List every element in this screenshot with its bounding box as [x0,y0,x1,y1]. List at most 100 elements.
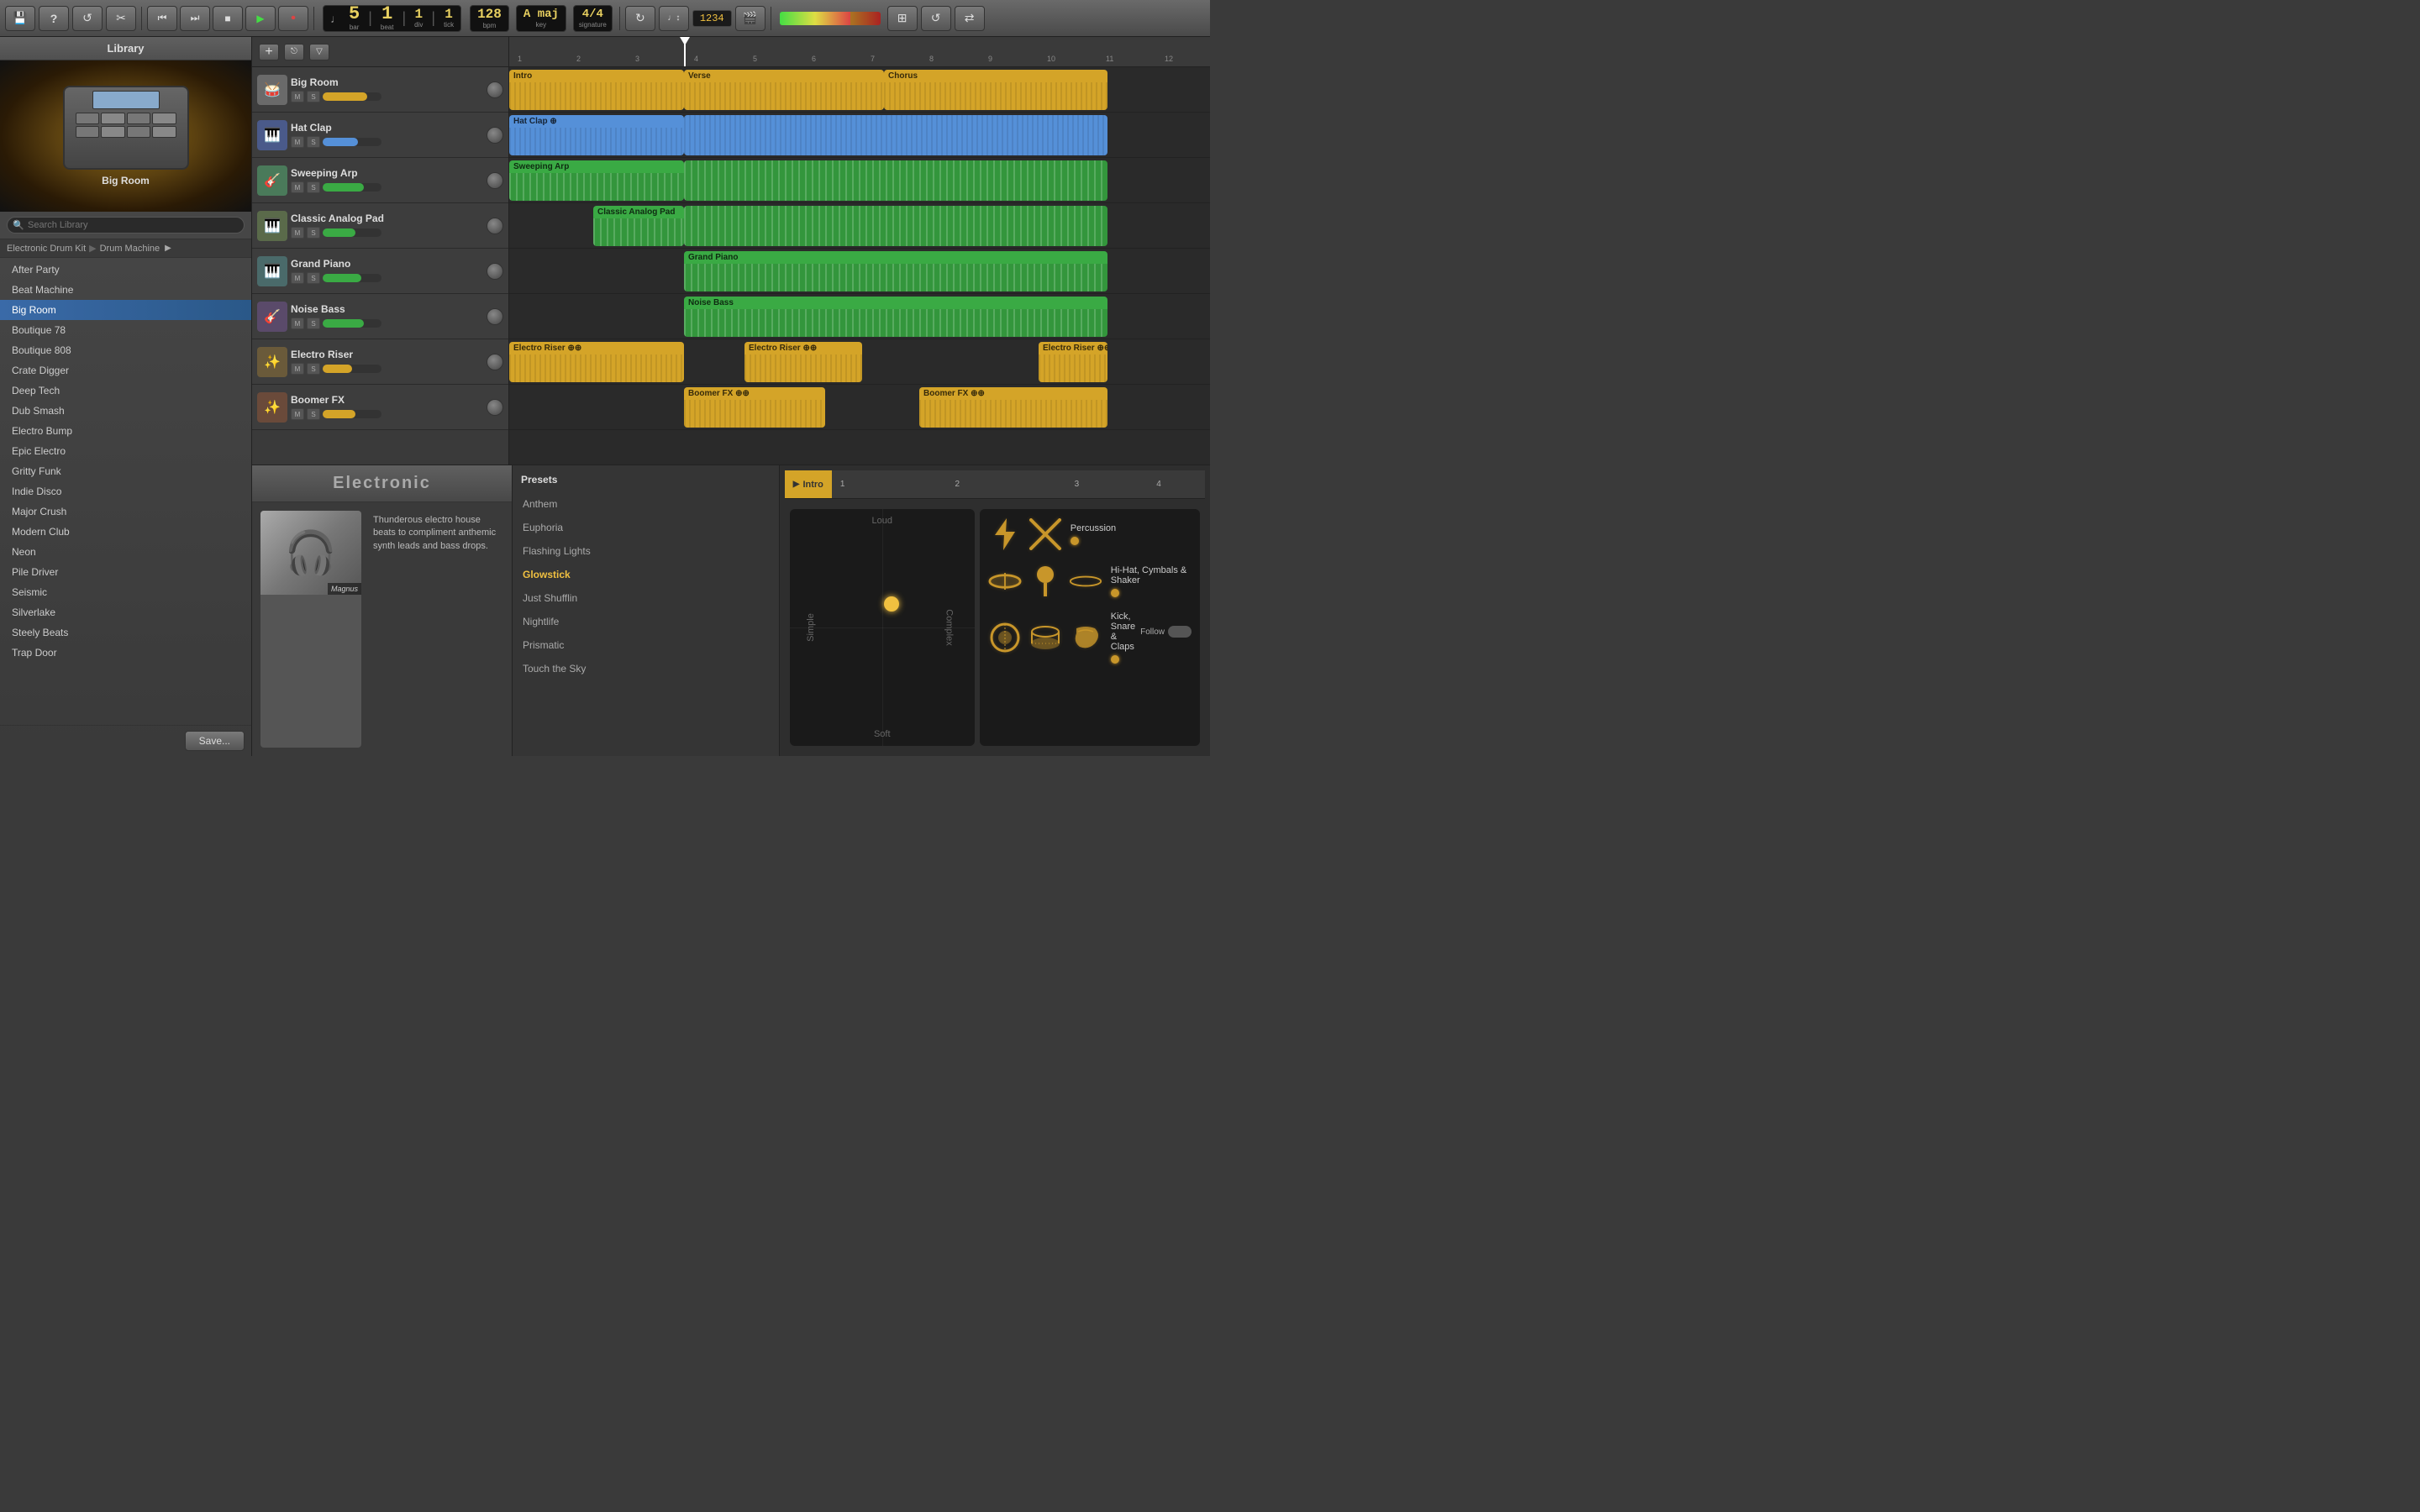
library-item[interactable]: Deep Tech [0,381,251,401]
preset-item[interactable]: Anthem [513,492,779,516]
track-mute-btn[interactable]: M [291,408,304,420]
track-solo-btn[interactable]: S [307,181,320,193]
track-solo-btn[interactable]: S [307,408,320,420]
track-clip[interactable]: Intro [509,70,684,110]
save-button[interactable]: 💾 [5,6,35,31]
track-clip[interactable] [684,160,1107,201]
track-mute-btn[interactable]: M [291,272,304,284]
add-track-button[interactable]: + [259,44,279,60]
open-hihat-icon[interactable] [1069,564,1102,598]
rewind-button[interactable]: ⏮ [147,6,177,31]
notes-button[interactable]: ♩↕ [659,6,689,31]
track-clip[interactable]: Electro Riser ⊕⊕ [1039,342,1107,382]
cycle-button[interactable]: ↻ [625,6,655,31]
crossed-sticks-icon[interactable] [1028,517,1062,551]
undo-button[interactable]: ↺ [72,6,103,31]
track-mute-btn[interactable]: M [291,136,304,148]
track-volume-knob[interactable] [487,399,503,416]
track-lane[interactable]: Grand Piano [509,249,1210,294]
track-clip[interactable]: Hat Clap ⊕ [509,115,684,155]
xy-dot[interactable] [884,596,899,612]
library-item[interactable]: Neon [0,542,251,562]
track-fader[interactable] [323,138,381,146]
snare-icon[interactable] [1028,621,1062,654]
cut-button[interactable]: ✂ [106,6,136,31]
library-item[interactable]: After Party [0,260,251,280]
track-solo-btn[interactable]: S [307,318,320,329]
library-item[interactable]: Indie Disco [0,481,251,501]
track-row[interactable]: 🎸 Sweeping Arp M S [252,158,508,203]
track-lane[interactable]: Sweeping Arp [509,158,1210,203]
track-clip[interactable]: Classic Analog Pad [593,206,684,246]
help-button[interactable]: ? [39,6,69,31]
view-button-1[interactable]: ⊞ [887,6,918,31]
track-volume-knob[interactable] [487,218,503,234]
track-row[interactable]: 🎹 Classic Analog Pad M S [252,203,508,249]
track-lane[interactable]: IntroVerseChorus [509,67,1210,113]
track-fader[interactable] [323,319,381,328]
track-row[interactable]: 🎹 Hat Clap M S [252,113,508,158]
timeline-ruler[interactable]: 123456789101112131415 [509,37,1210,67]
track-solo-btn[interactable]: S [307,91,320,102]
lightning-icon[interactable] [988,517,1022,551]
track-clip[interactable]: Electro Riser ⊕⊕ [744,342,862,382]
track-mute-btn[interactable]: M [291,227,304,239]
track-clip[interactable]: Grand Piano [684,251,1107,291]
library-item[interactable]: Steely Beats [0,622,251,643]
preset-item[interactable]: Flashing Lights [513,539,779,563]
track-mute-btn[interactable]: M [291,363,304,375]
library-item[interactable]: Boutique 78 [0,320,251,340]
track-filter-button[interactable]: ▽ [309,44,329,60]
view-button-3[interactable]: ⇄ [955,6,985,31]
track-fader[interactable] [323,365,381,373]
breadcrumb-item-2[interactable]: Drum Machine [100,244,160,254]
track-fader[interactable] [323,228,381,237]
library-item[interactable]: Seismic [0,582,251,602]
fast-forward-button[interactable]: ⏭ [180,6,210,31]
track-lane[interactable]: Boomer FX ⊕⊕Boomer FX ⊕⊕ [509,385,1210,430]
library-item[interactable]: Crate Digger [0,360,251,381]
library-item[interactable]: Major Crush [0,501,251,522]
track-lane[interactable]: Electro Riser ⊕⊕Electro Riser ⊕⊕Electro … [509,339,1210,385]
library-item[interactable]: Pile Driver [0,562,251,582]
bass-drum-icon[interactable] [988,621,1022,654]
library-item[interactable]: Epic Electro [0,441,251,461]
track-mute-btn[interactable]: M [291,318,304,329]
playhead[interactable] [684,37,686,66]
track-volume-knob[interactable] [487,308,503,325]
tempo-display[interactable]: 128 bpm [470,5,509,32]
track-clip[interactable]: Verse [684,70,884,110]
track-row[interactable]: 🎸 Noise Bass M S [252,294,508,339]
track-solo-btn[interactable]: S [307,363,320,375]
track-clip[interactable]: Chorus [884,70,1107,110]
record-button[interactable]: ⏺ [278,6,308,31]
track-clip[interactable] [684,115,1107,155]
track-row[interactable]: ✨ Electro Riser M S [252,339,508,385]
track-solo-btn[interactable]: S [307,272,320,284]
library-item[interactable]: Gritty Funk [0,461,251,481]
track-row[interactable]: 🥁 Big Room M S [252,67,508,113]
track-solo-btn[interactable]: S [307,227,320,239]
library-item[interactable]: Modern Club [0,522,251,542]
track-clip[interactable]: Sweeping Arp [509,160,684,201]
track-clip[interactable] [684,206,1107,246]
track-volume-knob[interactable] [487,263,503,280]
time-sig-display[interactable]: 4/4 signature [573,5,613,32]
track-volume-knob[interactable] [487,81,503,98]
clap-icon[interactable] [1069,621,1102,654]
library-item[interactable]: Trap Door [0,643,251,663]
track-volume-knob[interactable] [487,172,503,189]
follow-switch[interactable] [1168,626,1192,638]
save-button[interactable]: Save... [185,731,245,751]
maraca-icon[interactable] [1028,564,1062,598]
track-mute-btn[interactable]: M [291,181,304,193]
library-item[interactable]: Electro Bump [0,421,251,441]
xy-pad[interactable]: Loud Soft Simple Complex [790,509,975,746]
track-solo-btn[interactable]: S [307,136,320,148]
stop-button[interactable]: ■ [213,6,243,31]
track-clip[interactable]: Noise Bass [684,297,1107,337]
media-button[interactable]: 🎬 [735,6,765,31]
preset-item[interactable]: Euphoria [513,516,779,539]
preset-item[interactable]: Glowstick [513,563,779,586]
track-lane[interactable]: Classic Analog Pad [509,203,1210,249]
